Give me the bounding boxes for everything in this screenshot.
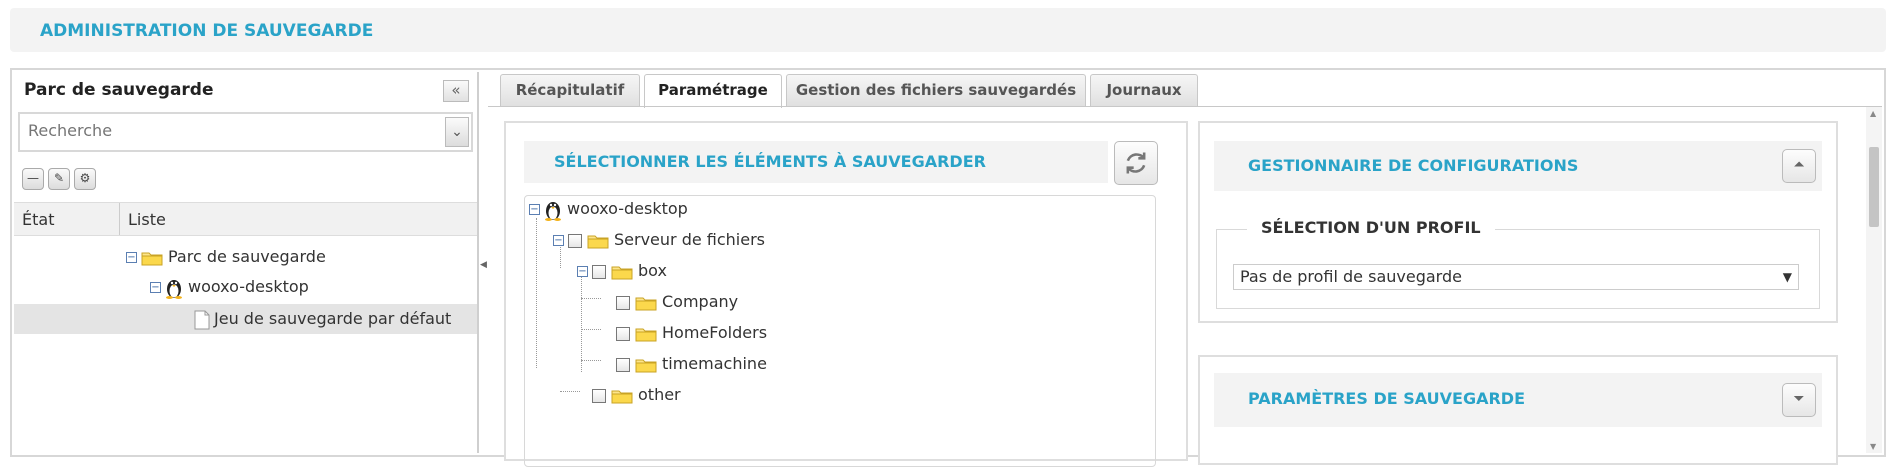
- left-panel-title: Parc de sauvegarde: [24, 80, 214, 100]
- scroll-up-icon[interactable]: ▲: [1870, 109, 1876, 118]
- tree-node-label: timemachine: [662, 354, 767, 373]
- tree-node-homefolders[interactable]: HomeFolders: [616, 318, 767, 348]
- tree-node-label: other: [638, 385, 681, 404]
- search-input[interactable]: [26, 120, 440, 141]
- tree-node-label: Serveur de fichiers: [614, 230, 765, 249]
- select-elements-panel: SÉLECTIONNER LES ÉLÉMENTS À SAUVEGARDER …: [504, 121, 1188, 467]
- checkbox[interactable]: [568, 233, 582, 248]
- content-scrollbar[interactable]: ▲ ▼: [1866, 107, 1882, 453]
- tree-item-label: Parc de sauvegarde: [168, 247, 326, 266]
- left-panel-header: Parc de sauvegarde «: [14, 72, 477, 102]
- folder-icon: [635, 297, 657, 310]
- tree-toolbar: — ✎ ⚙: [22, 168, 100, 190]
- tab-journaux[interactable]: Journaux: [1090, 74, 1198, 106]
- tree-node-serveur[interactable]: − Serveur de fichiers: [553, 225, 765, 255]
- tree-column-header: État Liste: [14, 202, 477, 236]
- profile-select-value: Pas de profil de sauvegarde: [1240, 267, 1462, 286]
- folder-icon: [141, 252, 163, 265]
- backup-params-header: PARAMÈTRES DE SAUVEGARDE ⏷: [1214, 373, 1822, 427]
- backup-params-title: PARAMÈTRES DE SAUVEGARDE: [1248, 389, 1525, 408]
- collapse-icon[interactable]: −: [126, 252, 137, 263]
- column-etat[interactable]: État: [22, 210, 54, 229]
- page-header: ADMINISTRATION DE SAUVEGARDE: [10, 8, 1886, 52]
- scroll-thumb[interactable]: [1869, 147, 1879, 227]
- tab-parametrage[interactable]: Paramétrage: [644, 74, 782, 108]
- tree-node-company[interactable]: Company: [616, 287, 738, 317]
- tree-node-other[interactable]: other: [592, 380, 681, 410]
- tree-node-label: box: [638, 261, 667, 280]
- collapse-icon[interactable]: −: [529, 204, 540, 215]
- profile-fieldset: SÉLECTION D'UN PROFIL Pas de profil de s…: [1216, 218, 1820, 309]
- profile-select[interactable]: Pas de profil de sauvegarde ▼: [1233, 264, 1799, 290]
- selection-tree: − wooxo-desktop − Serveur de fichiers − box…: [524, 195, 1156, 467]
- folder-icon: [611, 266, 633, 279]
- tab-content: SÉLECTIONNER LES ÉLÉMENTS À SAUVEGARDER …: [488, 107, 1882, 467]
- config-manager-title: GESTIONNAIRE DE CONFIGURATIONS: [1248, 156, 1579, 175]
- checkbox[interactable]: [592, 388, 606, 403]
- folder-icon: [635, 359, 657, 372]
- select-elements-title: SÉLECTIONNER LES ÉLÉMENTS À SAUVEGARDER: [554, 152, 986, 171]
- checkbox[interactable]: [616, 295, 630, 310]
- gear-icon[interactable]: ⚙: [74, 168, 96, 190]
- left-panel: Parc de sauvegarde « ⌄ —✎⚙ État Liste − P…: [14, 72, 479, 453]
- tree-node-label: Company: [662, 292, 739, 311]
- folder-icon: [587, 235, 609, 248]
- chevron-down-icon[interactable]: ⌄: [445, 117, 469, 147]
- double-chevron-left-icon[interactable]: «: [443, 80, 469, 102]
- refresh-icon[interactable]: [1114, 141, 1158, 185]
- config-manager-header: GESTIONNAIRE DE CONFIGURATIONS ⏶: [1214, 141, 1822, 191]
- config-manager-panel: GESTIONNAIRE DE CONFIGURATIONS ⏶ SÉLECTI…: [1198, 121, 1838, 323]
- folder-icon: [611, 390, 633, 403]
- checkbox[interactable]: [592, 264, 606, 279]
- tree-item-parc[interactable]: − Parc de sauvegarde: [126, 242, 326, 272]
- select-elements-header: SÉLECTIONNER LES ÉLÉMENTS À SAUVEGARDER: [524, 141, 1108, 183]
- tree-item-wooxo-desktop[interactable]: − wooxo-desktop: [150, 272, 309, 302]
- search-combobox[interactable]: ⌄: [18, 112, 473, 152]
- backup-params-panel: PARAMÈTRES DE SAUVEGARDE ⏷: [1198, 355, 1838, 465]
- tree-node-box[interactable]: − box: [577, 256, 667, 286]
- collapse-icon[interactable]: −: [577, 266, 588, 277]
- tab-recapitulatif[interactable]: Récapitulatif: [500, 74, 640, 106]
- tree-item-label: wooxo-desktop: [188, 277, 309, 296]
- folder-icon: [635, 328, 657, 341]
- right-panel: Récapitulatif Paramétrage Gestion des fi…: [488, 72, 1882, 467]
- document-icon: [194, 310, 210, 329]
- double-chevron-up-icon[interactable]: ⏶: [1782, 149, 1816, 183]
- profile-legend: SÉLECTION D'UN PROFIL: [1247, 218, 1495, 237]
- tree-node-wooxo-desktop[interactable]: − wooxo-desktop: [529, 194, 688, 224]
- main-container: Parc de sauvegarde « ⌄ —✎⚙ État Liste − P…: [10, 68, 1886, 467]
- caret-down-icon: ▼: [1782, 270, 1792, 284]
- page-title: ADMINISTRATION DE SAUVEGARDE: [40, 21, 374, 41]
- collapse-icon[interactable]: −: [553, 235, 564, 246]
- pencil-icon[interactable]: ✎: [48, 168, 70, 190]
- checkbox[interactable]: [616, 326, 630, 341]
- linux-icon: [545, 201, 561, 221]
- checkbox[interactable]: [616, 357, 630, 372]
- tab-gestion-fichiers[interactable]: Gestion des fichiers sauvegardés: [786, 74, 1086, 106]
- tree-item-label: Jeu de sauvegarde par défaut: [214, 309, 452, 328]
- double-chevron-down-icon[interactable]: ⏷: [1782, 383, 1816, 417]
- tree-node-label: wooxo-desktop: [567, 199, 688, 218]
- scroll-down-icon[interactable]: ▼: [1870, 442, 1876, 451]
- linux-icon: [166, 279, 182, 299]
- tree-node-timemachine[interactable]: timemachine: [616, 349, 767, 379]
- collapse-icon[interactable]: −: [150, 282, 161, 293]
- tree-item-jeu-de-sauvegarde[interactable]: Jeu de sauvegarde par défaut: [14, 304, 477, 334]
- column-liste[interactable]: Liste: [128, 210, 166, 229]
- panel-splitter[interactable]: ◀: [480, 250, 487, 280]
- tree-node-label: HomeFolders: [662, 323, 768, 342]
- minus-icon[interactable]: —: [22, 168, 44, 190]
